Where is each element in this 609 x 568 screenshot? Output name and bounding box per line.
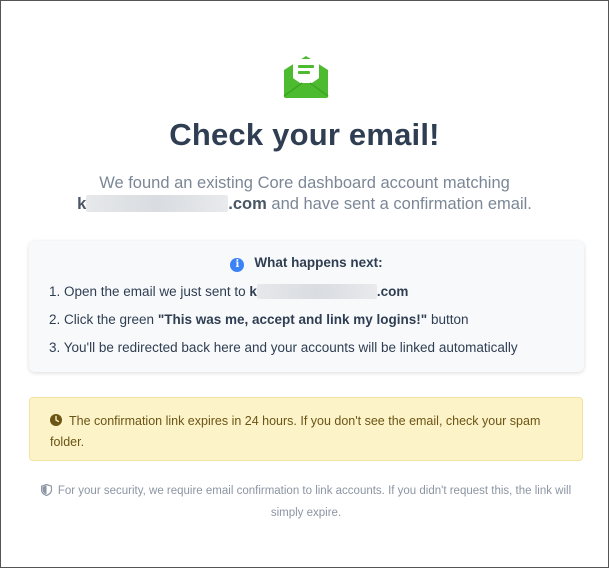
security-note: For your security, we require email conf… [31, 481, 581, 523]
clock-icon [50, 412, 62, 426]
step1-text: 1. Open the email we just sent to [49, 284, 250, 299]
next-steps-heading-text: What happens next: [254, 255, 383, 270]
next-steps-card: i What happens next: 1. Open the email we… [29, 241, 584, 372]
step2-text: 2. Click the green [49, 312, 158, 327]
step2-button-name: "This was me, accept and link my logins!… [157, 312, 428, 327]
warning-text: The confirmation link expires in 24 hour… [50, 411, 570, 453]
subtitle-line1: We found an existing Core dashboard acco… [99, 174, 510, 192]
warning-message: The confirmation link expires in 24 hour… [50, 414, 541, 449]
next-steps-heading: i What happens next: [29, 255, 584, 272]
subtitle-rest: and have sent a confirmation email. [266, 195, 532, 213]
confirmation-page: Check your email! We found an existing C… [0, 0, 609, 568]
step-3: 3. You'll be redirected back here and yo… [49, 340, 518, 355]
page-subtitle: We found an existing Core dashboard acco… [1, 173, 608, 215]
step1-email-prefix: k [249, 284, 257, 299]
email-prefix: k [77, 195, 87, 213]
redacted-email [256, 284, 377, 299]
info-icon: i [230, 258, 245, 272]
expiry-warning: The confirmation link expires in 24 hour… [29, 397, 583, 461]
redacted-email [86, 195, 229, 212]
subtitle-line2: k .com and have sent a confirmation email… [1, 194, 608, 215]
envelope-open-icon [281, 50, 331, 100]
security-message: For your security, we require email conf… [57, 485, 572, 519]
step-1: 1. Open the email we just sent to k .com [49, 283, 579, 311]
step1-email-suffix: .com [376, 284, 409, 299]
shield-icon [40, 483, 52, 503]
step-2: 2. Click the green "This was me, accept … [49, 311, 579, 339]
email-suffix: .com [228, 195, 267, 213]
step2-suffix: button [427, 312, 469, 327]
page-title: Check your email! [169, 117, 440, 152]
steps-list: 1. Open the email we just sent to k .com … [49, 283, 579, 367]
